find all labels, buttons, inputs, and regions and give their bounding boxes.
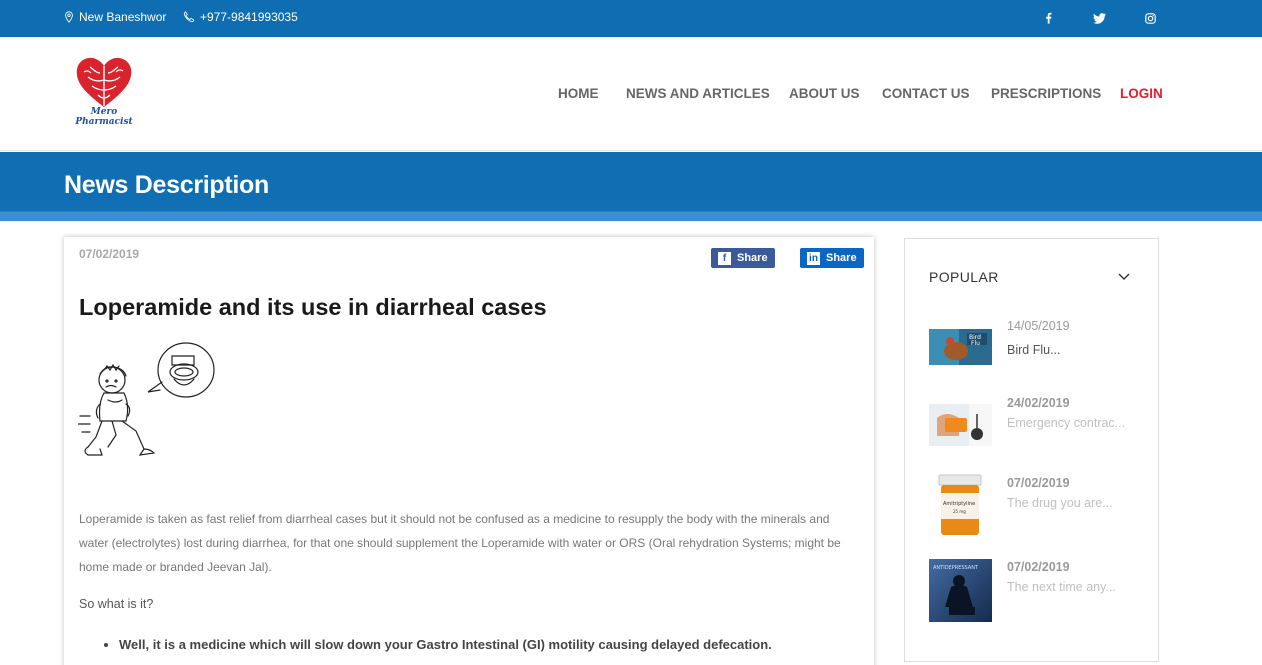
- popular-title: POPULAR: [929, 269, 999, 285]
- popular-title-text: Bird Flu...: [1007, 343, 1061, 357]
- popular-thumbnail: ANTIDEPRESSANT: [929, 559, 992, 622]
- page-title-banner: News Description: [0, 152, 1262, 221]
- article-bullet-list: Well, it is a medicine which will slow d…: [119, 637, 772, 652]
- diarrhea-illustration: [78, 342, 215, 456]
- article-bullet: Well, it is a medicine which will slow d…: [119, 637, 772, 652]
- svg-text:Flu: Flu: [971, 340, 980, 347]
- popular-thumbnail: Bird Flu: [929, 329, 992, 365]
- facebook-icon: f: [718, 251, 731, 265]
- logo-line-1: Mero: [90, 107, 118, 117]
- popular-item[interactable]: ANTIDEPRESSANT 07/02/2019 The next time …: [929, 559, 1139, 624]
- popular-item[interactable]: Bird Flu 14/05/2019 Bird Flu...: [929, 319, 1139, 383]
- page-title: News Description: [64, 171, 269, 199]
- phone-icon: [183, 11, 195, 23]
- svg-text:ANTIDEPRESSANT: ANTIDEPRESSANT: [933, 565, 979, 571]
- svg-text:25 mg: 25 mg: [953, 509, 966, 514]
- nav-news-and-articles[interactable]: NEWS AND ARTICLES: [626, 86, 770, 101]
- article-card: 07/02/2019 f Share in Share Loperamide a…: [64, 237, 874, 665]
- instagram-icon[interactable]: [1141, 9, 1159, 27]
- facebook-share-button[interactable]: f Share: [711, 248, 775, 268]
- chevron-down-icon[interactable]: [1118, 272, 1130, 282]
- svg-text:Amitriptyline: Amitriptyline: [943, 501, 975, 507]
- popular-item[interactable]: 24/02/2019 Emergency contrac...: [929, 396, 1139, 460]
- location-pin-icon: [65, 11, 73, 23]
- phone-info: +977-9841993035: [183, 10, 298, 24]
- site-logo[interactable]: Mero Pharmacist: [72, 53, 136, 133]
- article-title: Loperamide and its use in diarrheal case…: [79, 294, 547, 320]
- site-header: Mero Pharmacist HOME NEWS AND ARTICLES A…: [0, 37, 1262, 151]
- nav-prescriptions[interactable]: PRESCRIPTIONS: [991, 86, 1101, 101]
- twitter-icon[interactable]: [1090, 9, 1108, 27]
- logo-text: Mero Pharmacist: [72, 107, 136, 127]
- popular-thumbnail: Amitriptyline 25 mg: [929, 473, 992, 538]
- article-date: 07/02/2019: [79, 247, 140, 261]
- article-question: So what is it?: [79, 597, 154, 611]
- popular-sidebar: POPULAR Bird Flu 14/05/2019 Bird Flu...: [904, 238, 1159, 662]
- popular-title-text: The next time any...: [1007, 580, 1116, 594]
- article-paragraph: Loperamide is taken as fast relief from …: [79, 512, 841, 574]
- phone-text: +977-9841993035: [200, 10, 298, 24]
- location-info: New Baneshwor: [64, 10, 166, 24]
- popular-title-text: The drug you are...: [1007, 496, 1113, 510]
- popular-date: 24/02/2019: [1007, 396, 1070, 410]
- popular-date: 14/05/2019: [1007, 319, 1070, 333]
- linkedin-share-label: Share: [826, 252, 857, 264]
- linkedin-icon: in: [807, 251, 820, 265]
- popular-item[interactable]: Amitriptyline 25 mg 07/02/2019 The drug …: [929, 473, 1139, 540]
- nav-contact-us[interactable]: CONTACT US: [882, 86, 970, 101]
- facebook-icon[interactable]: [1039, 9, 1057, 27]
- logo-line-2: Pharmacist: [75, 117, 133, 127]
- popular-date: 07/02/2019: [1007, 560, 1070, 574]
- top-bar: New Baneshwor +977-9841993035: [0, 0, 1262, 37]
- heart-logo-icon: [76, 57, 132, 107]
- nav-login[interactable]: LOGIN: [1120, 86, 1163, 101]
- popular-thumbnail: [929, 404, 992, 446]
- popular-title-text: Emergency contrac...: [1007, 416, 1126, 430]
- facebook-share-label: Share: [737, 252, 768, 264]
- nav-home[interactable]: HOME: [558, 86, 599, 101]
- location-text: New Baneshwor: [79, 10, 167, 24]
- popular-date: 07/02/2019: [1007, 476, 1070, 490]
- linkedin-share-button[interactable]: in Share: [800, 248, 864, 268]
- nav-about-us[interactable]: ABOUT US: [789, 86, 860, 101]
